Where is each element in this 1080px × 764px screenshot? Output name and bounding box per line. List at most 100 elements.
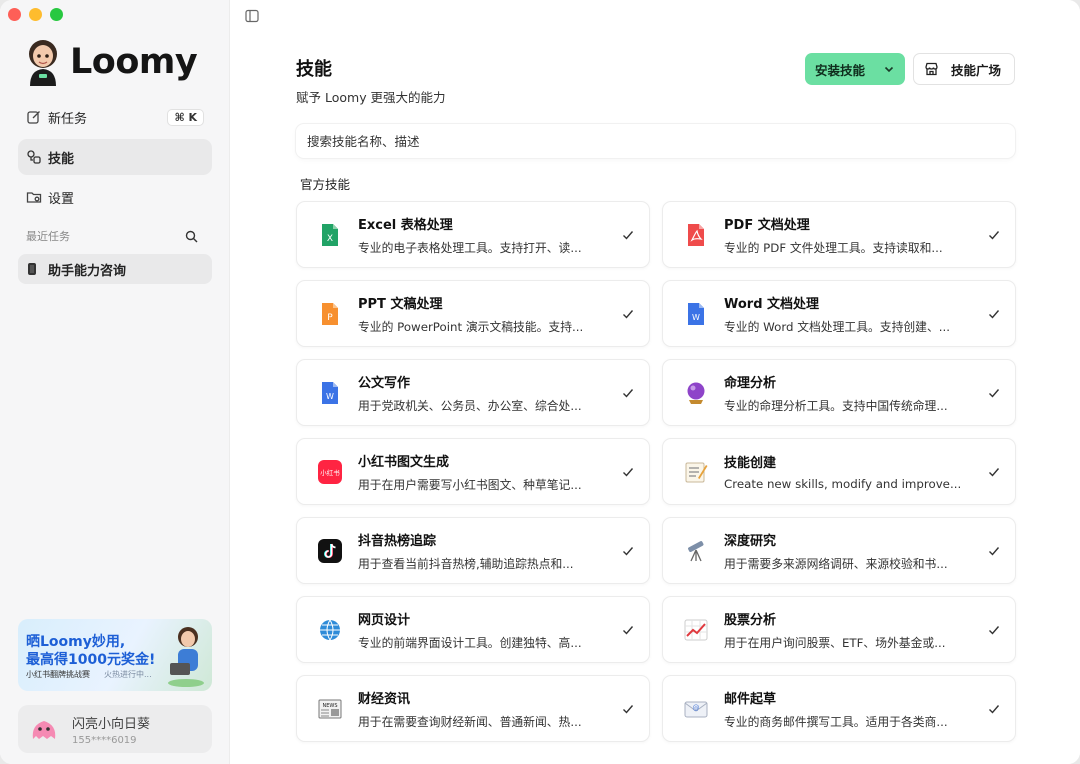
- skill-card[interactable]: 小红书 小红书图文生成用于在用户需要写小红书图文、种草笔记...: [296, 438, 650, 505]
- check-icon[interactable]: [987, 386, 1001, 400]
- recent-tasks-header: 最近任务: [26, 228, 198, 244]
- skill-description: 用于在用户需要写小红书图文、种草笔记...: [358, 477, 582, 492]
- check-icon[interactable]: [987, 623, 1001, 637]
- skill-card[interactable]: NEWS 财经资讯用于在需要查询财经新闻、普通新闻、热...: [296, 675, 650, 742]
- skill-name: PPT 文稿处理: [358, 296, 443, 312]
- skill-search-box[interactable]: [296, 124, 1015, 158]
- app-window: Loomy 新任务 ⌘ K 技能 设置 最近任务 助手能力咨询 晒Loomy妙用…: [0, 0, 1080, 764]
- skill-description: 专业的 PowerPoint 演示文稿技能。支持...: [358, 319, 584, 334]
- skill-name: 深度研究: [724, 533, 777, 549]
- skill-card[interactable]: W 公文写作 用于党政机关、公务员、办公室、综合处...: [296, 359, 650, 426]
- check-icon[interactable]: [987, 702, 1001, 716]
- skill-name: Word 文档处理: [724, 296, 820, 312]
- banner-line-2: 最高得1000元奖金!: [26, 652, 156, 668]
- skill-search-input[interactable]: [307, 133, 1004, 149]
- skill-name: 邮件起草: [724, 691, 777, 707]
- skill-description: 用于在需要查询财经新闻、普通新闻、热...: [358, 714, 582, 729]
- nav-settings[interactable]: 设置: [18, 179, 212, 215]
- newspaper-icon: NEWS: [317, 696, 343, 722]
- check-icon[interactable]: [987, 465, 1001, 479]
- recent-tasks-label: 最近任务: [26, 230, 70, 243]
- check-icon[interactable]: [621, 228, 635, 242]
- user-avatar-icon: [32, 721, 56, 739]
- section-title-official: 官方技能: [300, 177, 351, 192]
- skill-name: 网页设计: [358, 612, 411, 628]
- skill-card-body: 抖音热榜追踪 用于查看当前抖音热榜,辅助追踪热点和...: [358, 530, 611, 572]
- nav-new-task[interactable]: 新任务 ⌘ K: [18, 99, 212, 135]
- banner-character-icon: [168, 627, 204, 687]
- skill-card-body: 技能创建 Create new skills, modify and improv…: [724, 452, 977, 491]
- svg-text:W: W: [692, 313, 700, 322]
- word-icon: W: [683, 301, 709, 327]
- banner-line-4: 火热进行中...: [104, 670, 152, 679]
- edit-icon: [27, 111, 40, 124]
- skill-name: 财经资讯: [358, 691, 411, 707]
- check-icon[interactable]: [987, 544, 1001, 558]
- check-icon[interactable]: [621, 307, 635, 321]
- skill-description: 用于查看当前抖音热榜,辅助追踪热点和...: [358, 556, 574, 571]
- skill-card[interactable]: @ 邮件起草专业的商务邮件撰写工具。适用于各类商...: [662, 675, 1016, 742]
- skill-card[interactable]: 深度研究用于需要多来源网络调研、来源校验和书...: [662, 517, 1016, 584]
- recent-task-label: 助手能力咨询: [48, 263, 127, 279]
- skill-description: 专业的商务邮件撰写工具。适用于各类商...: [724, 714, 948, 729]
- memo-icon: [683, 459, 709, 485]
- xiaohongshu-icon: 小红书: [317, 459, 343, 485]
- chevron-down-icon: [884, 66, 894, 73]
- skill-description: 用于需要多来源网络调研、来源校验和书...: [724, 556, 948, 571]
- check-icon[interactable]: [621, 702, 635, 716]
- skill-card[interactable]: 技能创建 Create new skills, modify and improv…: [662, 438, 1016, 505]
- skill-description: 专业的电子表格处理工具。支持打开、读...: [358, 240, 582, 255]
- minimize-window-button[interactable]: [29, 8, 42, 21]
- user-profile[interactable]: 闪亮小向日葵 155****6019: [18, 705, 212, 753]
- skills-icon: [27, 150, 41, 164]
- skill-card-body: PDF 文档处理专业的 PDF 文件处理工具。支持读取和...: [724, 214, 977, 256]
- logo-avatar-icon: [29, 40, 57, 86]
- nav-label: 新任务: [48, 111, 88, 127]
- close-window-button[interactable]: [8, 8, 21, 21]
- check-icon[interactable]: [621, 386, 635, 400]
- skill-name: 小红书图文生成: [358, 454, 450, 470]
- svg-text:W: W: [326, 392, 334, 401]
- pdf-icon: [683, 222, 709, 248]
- nav-label: 设置: [48, 191, 75, 207]
- word-icon: W: [317, 380, 343, 406]
- install-skill-button[interactable]: 安装技能: [805, 53, 905, 85]
- skill-description: 专业的 PDF 文件处理工具。支持读取和...: [724, 240, 943, 255]
- search-icon[interactable]: [185, 230, 198, 243]
- check-icon[interactable]: [621, 623, 635, 637]
- check-icon[interactable]: [987, 228, 1001, 242]
- svg-text:P: P: [327, 313, 333, 323]
- skill-card[interactable]: 股票分析 用于在用户询问股票、ETF、场外基金或...: [662, 596, 1016, 663]
- check-icon[interactable]: [987, 307, 1001, 321]
- sidebar-toggle-icon[interactable]: [245, 9, 259, 23]
- skill-card[interactable]: PDF 文档处理专业的 PDF 文件处理工具。支持读取和...: [662, 201, 1016, 268]
- crystal-ball-icon: [683, 380, 709, 406]
- skill-card[interactable]: 网页设计专业的前端界面设计工具。创建独特、高...: [296, 596, 650, 663]
- svg-text:X: X: [327, 234, 333, 244]
- skill-card-body: 邮件起草专业的商务邮件撰写工具。适用于各类商...: [724, 688, 977, 730]
- skill-card[interactable]: P PPT 文稿处理专业的 PowerPoint 演示文稿技能。支持...: [296, 280, 650, 347]
- main-content: 技能 赋予 Loomy 更强大的能力 安装技能 技能广场 官方技能 X Excel…: [230, 0, 1080, 764]
- skill-description: Create new skills, modify and improve...: [724, 477, 962, 491]
- app-name: Loomy: [70, 42, 198, 82]
- check-icon[interactable]: [621, 465, 635, 479]
- promo-banner[interactable]: 晒Loomy妙用, 最高得1000元奖金! 小红书翻牌挑战赛 火热进行中...: [18, 619, 212, 691]
- skill-card[interactable]: X Excel 表格处理 专业的电子表格处理工具。支持打开、读...: [296, 201, 650, 268]
- check-icon[interactable]: [621, 544, 635, 558]
- skill-card[interactable]: W Word 文档处理 专业的 Word 文档处理工具。支持创建、...: [662, 280, 1016, 347]
- zoom-window-button[interactable]: [50, 8, 63, 21]
- email-icon: @: [683, 696, 709, 722]
- skill-name: PDF 文档处理: [724, 217, 810, 233]
- skill-card[interactable]: 抖音热榜追踪 用于查看当前抖音热榜,辅助追踪热点和...: [296, 517, 650, 584]
- store-icon: [925, 62, 938, 76]
- excel-icon: X: [317, 222, 343, 248]
- skill-description: 专业的前端界面设计工具。创建独特、高...: [358, 635, 582, 650]
- skill-market-button[interactable]: 技能广场: [913, 53, 1015, 85]
- skill-card[interactable]: 命理分析 专业的命理分析工具。支持中国传统命理...: [662, 359, 1016, 426]
- skill-description: 专业的命理分析工具。支持中国传统命理...: [724, 398, 948, 413]
- recent-task-item[interactable]: 助手能力咨询: [18, 254, 212, 284]
- skill-card-body: 财经资讯用于在需要查询财经新闻、普通新闻、热...: [358, 688, 611, 730]
- nav-skills[interactable]: 技能: [18, 139, 212, 175]
- user-phone: 155****6019: [72, 734, 137, 746]
- page-subtitle: 赋予 Loomy 更强大的能力: [296, 90, 446, 105]
